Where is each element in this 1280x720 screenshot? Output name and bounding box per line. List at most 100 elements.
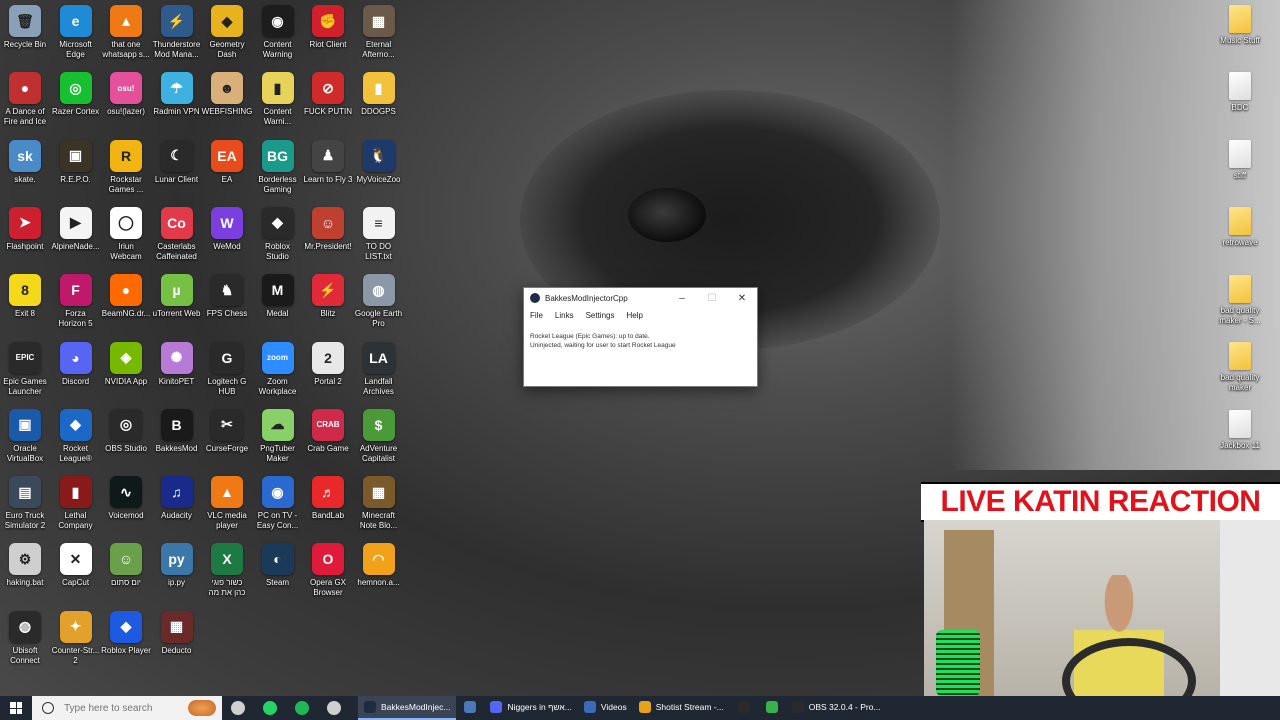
desktop-icon[interactable]: ◎ OBS Studio bbox=[101, 408, 151, 454]
menu-file[interactable]: File bbox=[530, 311, 543, 320]
desktop-icon[interactable]: ◉ Content Warning bbox=[253, 5, 303, 60]
desktop-icon[interactable]: ☂ Radmin VPN bbox=[152, 72, 202, 117]
taskbar-app-button[interactable] bbox=[456, 696, 484, 720]
desktop-icon[interactable]: ≡ TO DO LIST.txt bbox=[354, 206, 404, 262]
desktop-icon[interactable]: 8 Exit 8 bbox=[0, 274, 50, 319]
desktop-icon[interactable]: ⚡ Thunderstore Mod Mana... bbox=[152, 5, 202, 60]
desktop-folder-icon[interactable]: Jackbox 11 bbox=[1215, 410, 1265, 451]
menu-settings[interactable]: Settings bbox=[586, 311, 615, 320]
desktop-icon[interactable]: $ AdVenture Capitalist bbox=[354, 408, 404, 464]
desktop-icon[interactable]: ☺ Mr.President! bbox=[303, 206, 353, 252]
desktop-icon[interactable]: ✦ Counter-Str... 2 bbox=[51, 610, 101, 666]
desktop-icon[interactable]: O Opera GX Browser bbox=[303, 543, 353, 598]
taskbar-app-button[interactable]: Niggers in אשף... bbox=[484, 696, 577, 720]
menu-help[interactable]: Help bbox=[626, 311, 642, 320]
close-button[interactable]: ✕ bbox=[727, 293, 757, 304]
desktop-icon[interactable]: ✂ CurseForge bbox=[202, 408, 252, 454]
desktop-icon[interactable]: ◈ NVIDIA App bbox=[101, 341, 151, 387]
desktop-icon[interactable]: ∿ Voicemod bbox=[101, 476, 151, 521]
task-view-icon[interactable] bbox=[222, 696, 254, 720]
desktop-icon[interactable]: ◆ Roblox Studio bbox=[253, 206, 303, 262]
desktop-icon[interactable]: ◍ Ubisoft Connect bbox=[0, 610, 50, 666]
desktop-icon[interactable]: ♫ Audacity bbox=[152, 476, 202, 521]
search-input[interactable] bbox=[62, 701, 186, 715]
desktop-icon[interactable]: sk skate. bbox=[0, 139, 50, 185]
desktop-folder-icon[interactable]: stiff bbox=[1215, 140, 1265, 181]
desktop-icon[interactable]: ▣ R.E.P.O. bbox=[51, 139, 101, 185]
desktop-icon[interactable]: ◍ Google Earth Pro bbox=[354, 274, 404, 329]
desktop-icon[interactable]: ◎ Razer Cortex bbox=[51, 72, 101, 117]
desktop-icon[interactable]: ● BeamNG.dr... bbox=[101, 274, 151, 319]
desktop-folder-icon[interactable]: bad quality maker bbox=[1215, 342, 1265, 393]
start-button[interactable] bbox=[0, 696, 32, 720]
desktop-icon[interactable]: Co Casterlabs Caffeinated bbox=[152, 206, 202, 262]
desktop-icon[interactable]: ▮ Content Warni... bbox=[253, 72, 303, 127]
desktop-icon[interactable]: ▦ Minecraft Note Blo... bbox=[354, 476, 404, 531]
desktop-icon[interactable]: ◉ PC on TV - Easy Con... bbox=[253, 476, 303, 531]
desktop-folder-icon[interactable]: Music Stuff bbox=[1215, 5, 1265, 46]
desktop-icon[interactable]: ♟ Learn to Fly 3 bbox=[303, 139, 353, 185]
desktop-icon[interactable]: osu! osu!(lazer) bbox=[101, 72, 151, 117]
desktop-icon[interactable]: R Rockstar Games ... bbox=[101, 139, 151, 195]
desktop-icon[interactable]: 🗑 Recycle Bin bbox=[0, 5, 50, 50]
minimize-button[interactable]: – bbox=[667, 293, 697, 304]
desktop-icon[interactable]: zoom Zoom Workplace bbox=[253, 341, 303, 397]
desktop-icon[interactable]: py ip.py bbox=[152, 543, 202, 588]
taskbar-app-button[interactable] bbox=[730, 696, 758, 720]
desktop-icon[interactable]: µ uTorrent Web bbox=[152, 274, 202, 319]
desktop-icon[interactable]: ☾ Lunar Client bbox=[152, 139, 202, 185]
desktop-folder-icon[interactable]: bad quality maker - S... bbox=[1215, 275, 1265, 326]
desktop-icon[interactable]: ⚙ haking.bat bbox=[0, 543, 50, 588]
desktop-icon[interactable]: B BakkesMod bbox=[152, 408, 202, 454]
desktop-folder-icon[interactable]: BDC bbox=[1215, 72, 1265, 113]
desktop-icon[interactable]: 2 Portal 2 bbox=[303, 341, 353, 387]
taskbar-app-button[interactable] bbox=[758, 696, 786, 720]
desktop-icon[interactable]: CRAB Crab Game bbox=[303, 408, 353, 454]
desktop-icon[interactable]: ◆ Rocket League® bbox=[51, 408, 101, 464]
desktop-icon[interactable]: LA Landfall Archives bbox=[354, 341, 404, 397]
desktop-icon[interactable]: EPIC Epic Games Launcher bbox=[0, 341, 50, 397]
desktop-icon[interactable]: ⚡ Blitz bbox=[303, 274, 353, 319]
desktop-icon[interactable]: ➤ Flashpoint bbox=[0, 206, 50, 252]
desktop-icon[interactable]: 🐧 MyVoiceZoo bbox=[354, 139, 404, 185]
desktop-icon[interactable]: ☺ יום סתום bbox=[101, 543, 151, 588]
taskbar-app-button[interactable]: Shotist Stream -... bbox=[633, 696, 730, 720]
desktop-icon[interactable]: M Medal bbox=[253, 274, 303, 319]
desktop-icon[interactable]: ▮ DDOGPS bbox=[354, 72, 404, 117]
desktop-icon[interactable]: X כשור פוגי כהן את מה bbox=[202, 543, 252, 598]
desktop-icon[interactable]: ☻ WEBFISHING bbox=[202, 72, 252, 117]
desktop-icon[interactable]: ▶ AlpineNade... bbox=[51, 206, 101, 252]
desktop-icon[interactable]: e Microsoft Edge bbox=[51, 5, 101, 60]
whatsapp-icon[interactable] bbox=[254, 696, 286, 720]
desktop-icon[interactable]: ▦ Deducto bbox=[152, 610, 202, 656]
settings-icon[interactable] bbox=[318, 696, 350, 720]
desktop-icon[interactable]: ◕ Discord bbox=[51, 341, 101, 387]
taskbar-app-button[interactable]: Videos bbox=[578, 696, 633, 720]
desktop-icon[interactable]: ▤ Euro Truck Simulator 2 bbox=[0, 476, 50, 531]
desktop-icon[interactable]: ⊘ FUCK PUTIN bbox=[303, 72, 353, 117]
desktop-icon[interactable]: W WeMod bbox=[202, 206, 252, 252]
desktop-icon[interactable]: ◆ Roblox Player bbox=[101, 610, 151, 656]
desktop-icon[interactable]: ▦ Eternal Afterno... bbox=[354, 5, 404, 60]
desktop-icon[interactable]: ✊ Riot Client bbox=[303, 5, 353, 50]
bakkesmod-injector-window[interactable]: BakkesModInjectorCpp – ☐ ✕ File Links Se… bbox=[523, 287, 758, 387]
desktop-icon[interactable]: ☁ PngTuber Maker bbox=[253, 408, 303, 464]
desktop-icon[interactable]: ▲ VLC media player bbox=[202, 476, 252, 531]
desktop-icon[interactable]: ◆ Geometry Dash bbox=[202, 5, 252, 60]
maximize-button[interactable]: ☐ bbox=[697, 293, 727, 304]
taskbar-app-button[interactable]: OBS 32.0.4 - Pro... bbox=[786, 696, 887, 720]
taskbar-search[interactable] bbox=[32, 696, 222, 720]
taskbar-app-button[interactable]: BakkesModInjec... bbox=[358, 696, 457, 720]
desktop-icon[interactable]: ◐ Steam bbox=[253, 543, 303, 588]
desktop-icon[interactable]: F Forza Horizon 5 bbox=[51, 274, 101, 329]
desktop-icon[interactable]: ✺ KinitoPET bbox=[152, 341, 202, 387]
desktop-icon[interactable]: ▣ Oracle VirtualBox bbox=[0, 408, 50, 464]
spotify-icon[interactable] bbox=[286, 696, 318, 720]
desktop-icon[interactable]: ◠ hemnon.a... bbox=[354, 543, 404, 588]
desktop-folder-icon[interactable]: retrowave bbox=[1215, 207, 1265, 248]
desktop-icon[interactable]: G Logitech G HUB bbox=[202, 341, 252, 397]
desktop-icon[interactable]: ♞ FPS Chess bbox=[202, 274, 252, 319]
desktop-icon[interactable]: ✕ CapCut bbox=[51, 543, 101, 588]
desktop-icon[interactable]: BG Borderless Gaming bbox=[253, 139, 303, 195]
desktop-icon[interactable]: ● A Dance of Fire and Ice bbox=[0, 72, 50, 127]
